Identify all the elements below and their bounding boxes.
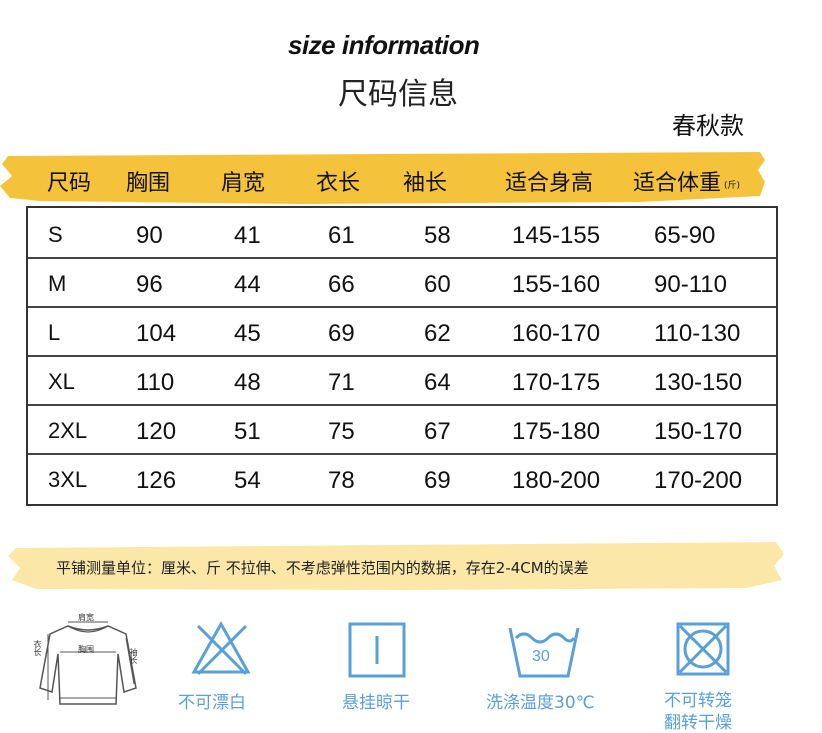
table-cell: 180-200: [512, 467, 601, 494]
header-size: 尺码: [47, 171, 92, 196]
table-row: 3XL 126 54 78 69 180-200 170-200: [28, 453, 776, 502]
title-chinese: 尺码信息: [338, 77, 458, 112]
measurement-note: 平铺测量单位：厘米、斤 不拉伸、不考虑弹性范围内的数据，存在2-4CM的误差: [56, 559, 589, 577]
size-cell: M: [48, 271, 67, 296]
header-length: 衣长: [316, 171, 361, 196]
table-cell: 61: [328, 222, 355, 249]
care-label-wash-30: 洗涤温度30℃: [486, 693, 595, 713]
no-bleach-icon: [190, 620, 252, 676]
season-label: 春秋款: [672, 112, 744, 140]
table-row: L 104 45 69 62 160-170 110-130: [28, 306, 776, 357]
table-cell: 120: [136, 418, 177, 445]
size-cell: L: [48, 320, 61, 345]
diagram-length-label: 衣长: [33, 640, 42, 656]
table-cell: 58: [424, 222, 451, 249]
table-cell: 90: [136, 222, 163, 249]
table-row: M 96 44 66 60 155-160 90-110: [28, 257, 776, 308]
table-cell: 96: [136, 271, 163, 298]
table-cell: 75: [328, 418, 355, 445]
table-cell: 51: [234, 418, 261, 445]
table-cell: 145-155: [512, 222, 601, 249]
no-tumble-dry-icon: [676, 622, 730, 676]
size-cell: 2XL: [48, 418, 88, 443]
table-cell: 66: [328, 271, 355, 298]
size-table: S 90 41 61 58 145-155 65-90 M 96 44 66 60 155-160 90-…: [26, 206, 778, 506]
table-cell: 155-160: [512, 271, 601, 298]
header-height: 适合身高: [505, 171, 594, 196]
table-cell: 110: [136, 369, 175, 396]
table-cell: 160-170: [512, 320, 601, 347]
header-shoulder: 肩宽: [221, 171, 266, 196]
diagram-chest-label: 胸围: [78, 645, 94, 654]
diagram-shoulder-label: 肩宽: [78, 613, 94, 622]
title-english: size information: [288, 30, 480, 60]
size-cell: 3XL: [48, 467, 88, 492]
table-cell: 65-90: [654, 222, 716, 249]
table-row: S 90 41 61 58 145-155 65-90: [28, 208, 776, 259]
table-cell: 69: [328, 320, 355, 347]
table-cell: 60: [424, 271, 451, 298]
table-cell: 90-110: [654, 271, 727, 298]
table-row: 2XL 120 51 75 67 175-180 150-170: [28, 404, 776, 455]
table-cell: 175-180: [512, 418, 601, 445]
sweater-diagram-icon: [38, 608, 138, 718]
care-label-hang-dry: 悬挂晾干: [342, 693, 410, 713]
table-cell: 48: [234, 369, 261, 396]
weight-unit: (斤): [724, 180, 741, 191]
care-label-no-tumble-line2: 翻转干燥: [664, 713, 732, 733]
table-cell: 45: [234, 320, 261, 347]
wash-temperature: 30: [532, 648, 550, 665]
table-cell: 44: [234, 271, 261, 298]
header-sleeve: 袖长: [403, 171, 448, 196]
table-cell: 170-175: [512, 369, 601, 396]
table-cell: 78: [328, 467, 355, 494]
diagram-sleeve-label: 袖长: [129, 648, 138, 664]
table-cell: 126: [136, 467, 177, 494]
table-cell: 64: [424, 369, 451, 396]
table-cell: 71: [328, 369, 355, 396]
header-chest: 胸围: [126, 171, 171, 196]
table-cell: 110-130: [654, 320, 741, 347]
table-cell: 170-200: [654, 467, 743, 494]
table-row: XL 110 48 71 64 170-175 130-150: [28, 355, 776, 406]
care-label-no-bleach: 不可漂白: [178, 693, 246, 713]
table-cell: 54: [234, 467, 261, 494]
table-cell: 67: [424, 418, 451, 445]
table-cell: 62: [424, 320, 451, 347]
table-cell: 104: [136, 320, 177, 347]
table-cell: 41: [234, 222, 261, 249]
table-cell: 150-170: [654, 418, 743, 445]
table-cell: 130-150: [654, 369, 743, 396]
hang-dry-icon: [348, 622, 406, 678]
table-cell: 69: [424, 467, 451, 494]
header-weight: 适合体重 (斤): [633, 171, 741, 196]
size-cell: S: [48, 222, 63, 247]
size-cell: XL: [48, 369, 75, 394]
